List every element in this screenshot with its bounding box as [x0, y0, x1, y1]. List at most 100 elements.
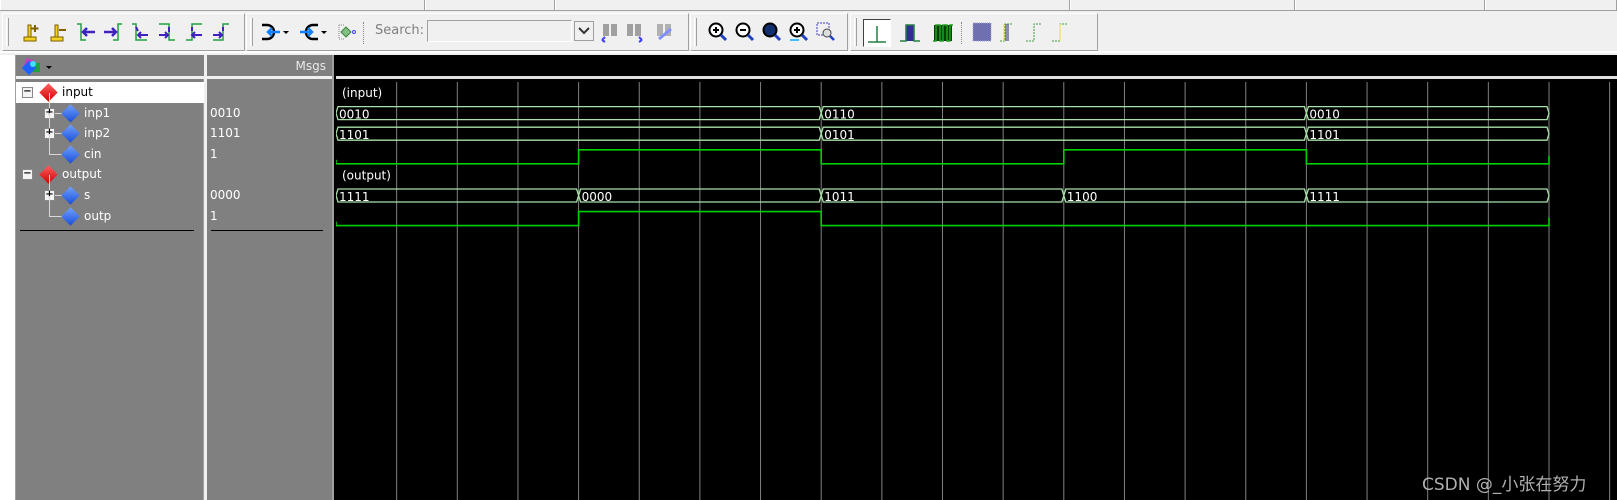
find-options-button[interactable]: [333, 19, 359, 45]
bus-value-label: 0110: [824, 108, 855, 122]
delta-1-button[interactable]: [995, 19, 1021, 45]
next-falling-edge-button[interactable]: [154, 19, 180, 45]
tree-line: [49, 195, 50, 217]
find-previous-button[interactable]: [257, 19, 293, 45]
signal-value-inp1: 0010: [210, 105, 241, 120]
bus-value-label: 1101: [339, 128, 370, 142]
signal-diamond-icon: [61, 186, 80, 205]
bus-value-label: 0000: [582, 190, 613, 204]
signal-name: output: [62, 167, 102, 182]
signal-row-inp1[interactable]: + inp1: [16, 92, 204, 124]
signal-value-inp2: 1101: [210, 126, 241, 141]
signal-row-output[interactable]: − output: [16, 164, 204, 185]
waveform-pane[interactable]: (input) 0010 0110 0010 1101 0101 1101 (output) 1…: [336, 55, 1617, 500]
signal-name: cin: [84, 146, 102, 161]
watermark: CSDN @_小张在努力: [1422, 475, 1587, 495]
toolbar-grip[interactable]: [250, 18, 253, 46]
bus-value-label: 1011: [824, 190, 855, 204]
zoom-full-button[interactable]: [759, 19, 785, 45]
signal-diamond-icon: [61, 124, 80, 143]
signal-row-cin[interactable]: cin: [16, 133, 204, 165]
literal-format-button[interactable]: [863, 19, 891, 47]
bus-value-label: 1101: [1309, 128, 1340, 142]
toolbar-grip[interactable]: [694, 18, 697, 46]
insertion-marker: [211, 230, 323, 232]
delete-cursor-button[interactable]: [46, 19, 72, 45]
logic-format-button[interactable]: [896, 19, 924, 47]
toolbar-separator: [961, 22, 962, 44]
toolbar-cell: [425, 0, 555, 10]
literal-format-icon: [868, 26, 886, 43]
event-format-icon: [933, 24, 953, 42]
signal-names-pane[interactable]: − input + inp1 + inp2 cin − output + s outp: [16, 55, 204, 500]
insertion-marker: [20, 230, 194, 232]
zoom-out-icon: [735, 22, 755, 42]
bus-value-label: 1111: [339, 190, 370, 204]
waveform-canvas[interactable]: (input) 0010 0110 0010 1101 0101 1101 (output) 1…: [336, 82, 1617, 500]
values-header: Msgs: [207, 55, 332, 79]
analog-format-icon: [972, 22, 992, 42]
signal-type-menu-button[interactable]: [21, 57, 56, 76]
toolbar-cell: [555, 0, 1070, 10]
next-transition-button[interactable]: [100, 19, 126, 45]
signal-diamond-icon: [61, 145, 80, 164]
bus-value-label: 1111: [1309, 190, 1340, 204]
find-next-button[interactable]: [295, 19, 331, 45]
previous-transition-button[interactable]: [73, 19, 99, 45]
tree-line: [49, 133, 50, 155]
delta-1-icon: [1000, 23, 1013, 42]
previous-rising-edge-button[interactable]: [181, 19, 207, 45]
collapse-button[interactable]: −: [22, 169, 33, 181]
event-format-button[interactable]: [929, 19, 957, 47]
signal-value-s: 0000: [210, 188, 241, 202]
group-label-output: (output): [342, 168, 391, 182]
search-clear-button[interactable]: [651, 19, 677, 45]
next-rising-edge-button[interactable]: [208, 19, 234, 45]
delta-3-button[interactable]: [1047, 19, 1073, 45]
zoom-toolbar: [690, 13, 848, 51]
cursor-toolbar: [2, 13, 245, 51]
delete-cursor-icon: [50, 24, 66, 42]
signal-value-outp: 1: [210, 208, 218, 223]
zoom-cursor-button[interactable]: [786, 19, 812, 45]
analog-format-button[interactable]: [969, 19, 995, 45]
signal-value-cin: 1: [210, 146, 218, 161]
logic-format-icon: [900, 24, 920, 42]
signal-name: s: [84, 188, 91, 202]
add-cursor-button[interactable]: [19, 19, 45, 45]
find-toolbar: Search:: [246, 13, 689, 51]
zoom-area-button[interactable]: [813, 19, 839, 45]
signal-row-outp[interactable]: outp: [16, 195, 204, 227]
collapse-button[interactable]: −: [22, 87, 33, 98]
bus-value-label: 0010: [339, 108, 370, 122]
delta-2-button[interactable]: [1021, 19, 1047, 45]
next-falling-edge-icon: [159, 23, 175, 41]
zoom-in-button[interactable]: [705, 19, 731, 45]
left-margin: [0, 55, 16, 500]
names-header: [16, 55, 204, 79]
search-next-button[interactable]: [621, 19, 647, 45]
signal-row-inp2[interactable]: + inp2: [16, 113, 204, 145]
zoom-cursor-icon: [789, 22, 809, 42]
layers-icon: [21, 57, 52, 76]
signal-name: input: [62, 85, 93, 99]
group-label-input: (input): [342, 86, 382, 100]
zoom-area-icon: [816, 22, 835, 41]
signal-row-input[interactable]: − input: [16, 82, 204, 103]
toolbar-grip[interactable]: [6, 18, 9, 46]
search-input[interactable]: [427, 20, 572, 42]
binoculars-clear-icon: [657, 24, 672, 41]
msgs-header: Msgs: [295, 59, 326, 73]
signal-name: inp1: [84, 105, 111, 120]
search-dropdown-button[interactable]: [574, 21, 594, 41]
signal-row-s[interactable]: + s: [16, 175, 204, 206]
zoom-in-icon: [708, 22, 728, 42]
toolbar-grip[interactable]: [854, 18, 857, 46]
signal-name: inp2: [84, 126, 111, 141]
zoom-out-button[interactable]: [732, 19, 758, 45]
search-previous-button[interactable]: [597, 19, 623, 45]
wave-toolbar: Search:: [0, 11, 1617, 53]
next-transition-icon: [104, 23, 122, 41]
previous-falling-edge-button[interactable]: [127, 19, 153, 45]
bus-value-label: 0101: [824, 128, 855, 142]
